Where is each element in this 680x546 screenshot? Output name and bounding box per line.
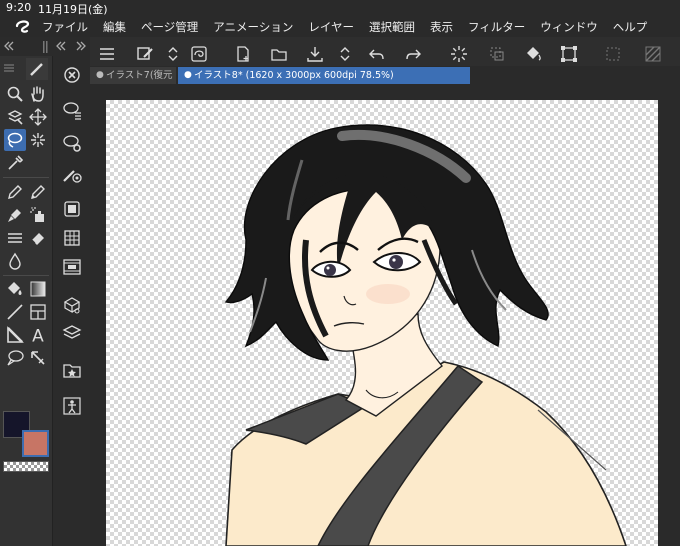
document-tabs: ● イラスト7(復元 ● イラスト8* (1620 x 3000px 600dpi … bbox=[90, 66, 680, 84]
menu-selection[interactable]: 選択範囲 bbox=[369, 19, 415, 35]
menu-hamburger-icon[interactable] bbox=[96, 43, 118, 65]
new-file-icon[interactable] bbox=[232, 43, 254, 65]
menu-page[interactable]: ページ管理 bbox=[141, 19, 198, 35]
save-updown-icon[interactable] bbox=[334, 43, 356, 65]
expand-icon[interactable] bbox=[76, 41, 86, 51]
edit-layer-icon[interactable] bbox=[134, 43, 156, 65]
svg-text:A: A bbox=[32, 327, 44, 345]
tab-dot-icon: ● bbox=[96, 70, 104, 80]
canvas[interactable] bbox=[106, 100, 658, 546]
updown-arrows-icon[interactable] bbox=[162, 43, 184, 65]
eyedropper-icon[interactable] bbox=[4, 152, 26, 174]
animation-icon[interactable] bbox=[60, 255, 84, 279]
fill-icon[interactable] bbox=[4, 278, 26, 300]
tool-settings-icon[interactable] bbox=[60, 131, 84, 155]
save-icon[interactable] bbox=[304, 43, 326, 65]
canvas-workarea bbox=[90, 84, 680, 546]
pencil-icon[interactable] bbox=[27, 181, 49, 203]
auto-select-icon[interactable] bbox=[27, 129, 49, 151]
open-file-icon[interactable] bbox=[268, 43, 290, 65]
tab-illust8[interactable]: ● イラスト8* (1620 x 3000px 600dpi 78.5%) bbox=[178, 67, 470, 84]
line-correction-icon[interactable] bbox=[27, 347, 49, 369]
frame-icon[interactable] bbox=[27, 301, 49, 323]
fill-bucket-icon[interactable] bbox=[522, 43, 544, 65]
navigator-icon[interactable] bbox=[60, 63, 84, 87]
tool-palette: A bbox=[0, 56, 53, 546]
transform-icon[interactable] bbox=[558, 43, 580, 65]
collapse-left-icon[interactable] bbox=[4, 41, 14, 51]
pen-tab-icon[interactable] bbox=[26, 58, 48, 80]
airbrush-icon[interactable] bbox=[27, 204, 49, 226]
move-icon[interactable] bbox=[27, 106, 49, 128]
crop-icon[interactable] bbox=[602, 43, 624, 65]
undo-icon[interactable] bbox=[366, 43, 388, 65]
menu-file[interactable]: ファイル bbox=[42, 19, 88, 35]
eraser-icon[interactable] bbox=[27, 227, 49, 249]
illustration-image bbox=[224, 124, 627, 546]
text-icon[interactable]: A bbox=[27, 324, 49, 346]
move-layer-icon[interactable] bbox=[4, 106, 26, 128]
material-icon[interactable] bbox=[60, 358, 84, 382]
gradient-icon[interactable] bbox=[27, 278, 49, 300]
tab-dot-icon: ● bbox=[184, 70, 192, 80]
menu-filter[interactable]: フィルター bbox=[468, 19, 525, 35]
layer-icon[interactable] bbox=[60, 321, 84, 345]
menu-window[interactable]: ウィンドウ bbox=[540, 19, 598, 35]
hatch-icon[interactable] bbox=[642, 43, 664, 65]
balloon-icon[interactable] bbox=[4, 347, 26, 369]
hand-icon[interactable] bbox=[27, 83, 49, 105]
color-set-icon[interactable] bbox=[60, 226, 84, 250]
3d-icon[interactable] bbox=[60, 293, 84, 317]
menu-layer[interactable]: レイヤー bbox=[308, 19, 354, 35]
tool-divider bbox=[3, 275, 49, 276]
menu-animation[interactable]: アニメーション bbox=[213, 19, 293, 35]
transparent-color-swatch[interactable] bbox=[3, 461, 49, 472]
layer-property-icon[interactable] bbox=[60, 197, 84, 221]
decoration-icon[interactable] bbox=[4, 227, 26, 249]
zoom-icon[interactable] bbox=[4, 83, 26, 105]
brush-icon[interactable] bbox=[4, 204, 26, 226]
app-logo-icon[interactable] bbox=[14, 18, 32, 34]
menu-bar: 9:20 11月19日(金) ファイル 編集 ページ管理 アニメーション レイヤ… bbox=[0, 0, 680, 37]
pen-icon[interactable] bbox=[4, 181, 26, 203]
list-icon[interactable] bbox=[4, 64, 14, 72]
menu-items: ファイル 編集 ページ管理 アニメーション レイヤー 選択範囲 表示 フィルター… bbox=[42, 19, 662, 35]
pose-icon[interactable] bbox=[60, 394, 84, 418]
brush-size-icon[interactable] bbox=[60, 162, 84, 186]
lasso-icon[interactable] bbox=[4, 129, 26, 151]
subtool-lasso-icon[interactable] bbox=[60, 98, 84, 122]
ruler-icon[interactable] bbox=[4, 324, 26, 346]
palette-grip-icon[interactable] bbox=[42, 41, 48, 53]
loading-icon[interactable] bbox=[448, 43, 470, 65]
menu-help[interactable]: ヘルプ bbox=[613, 19, 648, 35]
menu-edit[interactable]: 編集 bbox=[103, 19, 126, 35]
tab-illust7[interactable]: ● イラスト7(復元 bbox=[90, 67, 176, 84]
tab-label: イラスト8* (1620 x 3000px 600dpi 78.5%) bbox=[194, 70, 394, 81]
subtool-panel bbox=[55, 56, 89, 546]
status-date: 11月19日(金) bbox=[38, 3, 108, 16]
sub-color-swatch[interactable] bbox=[22, 430, 49, 457]
status-time: 9:20 bbox=[6, 1, 32, 14]
clear-selection-icon[interactable] bbox=[486, 43, 508, 65]
collapse-right-icon[interactable] bbox=[56, 41, 66, 51]
tool-divider bbox=[3, 177, 49, 178]
tool-property-icon[interactable] bbox=[188, 43, 210, 65]
blend-icon[interactable] bbox=[4, 250, 26, 272]
redo-icon[interactable] bbox=[402, 43, 424, 65]
figure-icon[interactable] bbox=[4, 301, 26, 323]
tab-label: イラスト7(復元 bbox=[106, 70, 173, 81]
command-bar bbox=[90, 37, 680, 69]
menu-view[interactable]: 表示 bbox=[430, 19, 453, 35]
